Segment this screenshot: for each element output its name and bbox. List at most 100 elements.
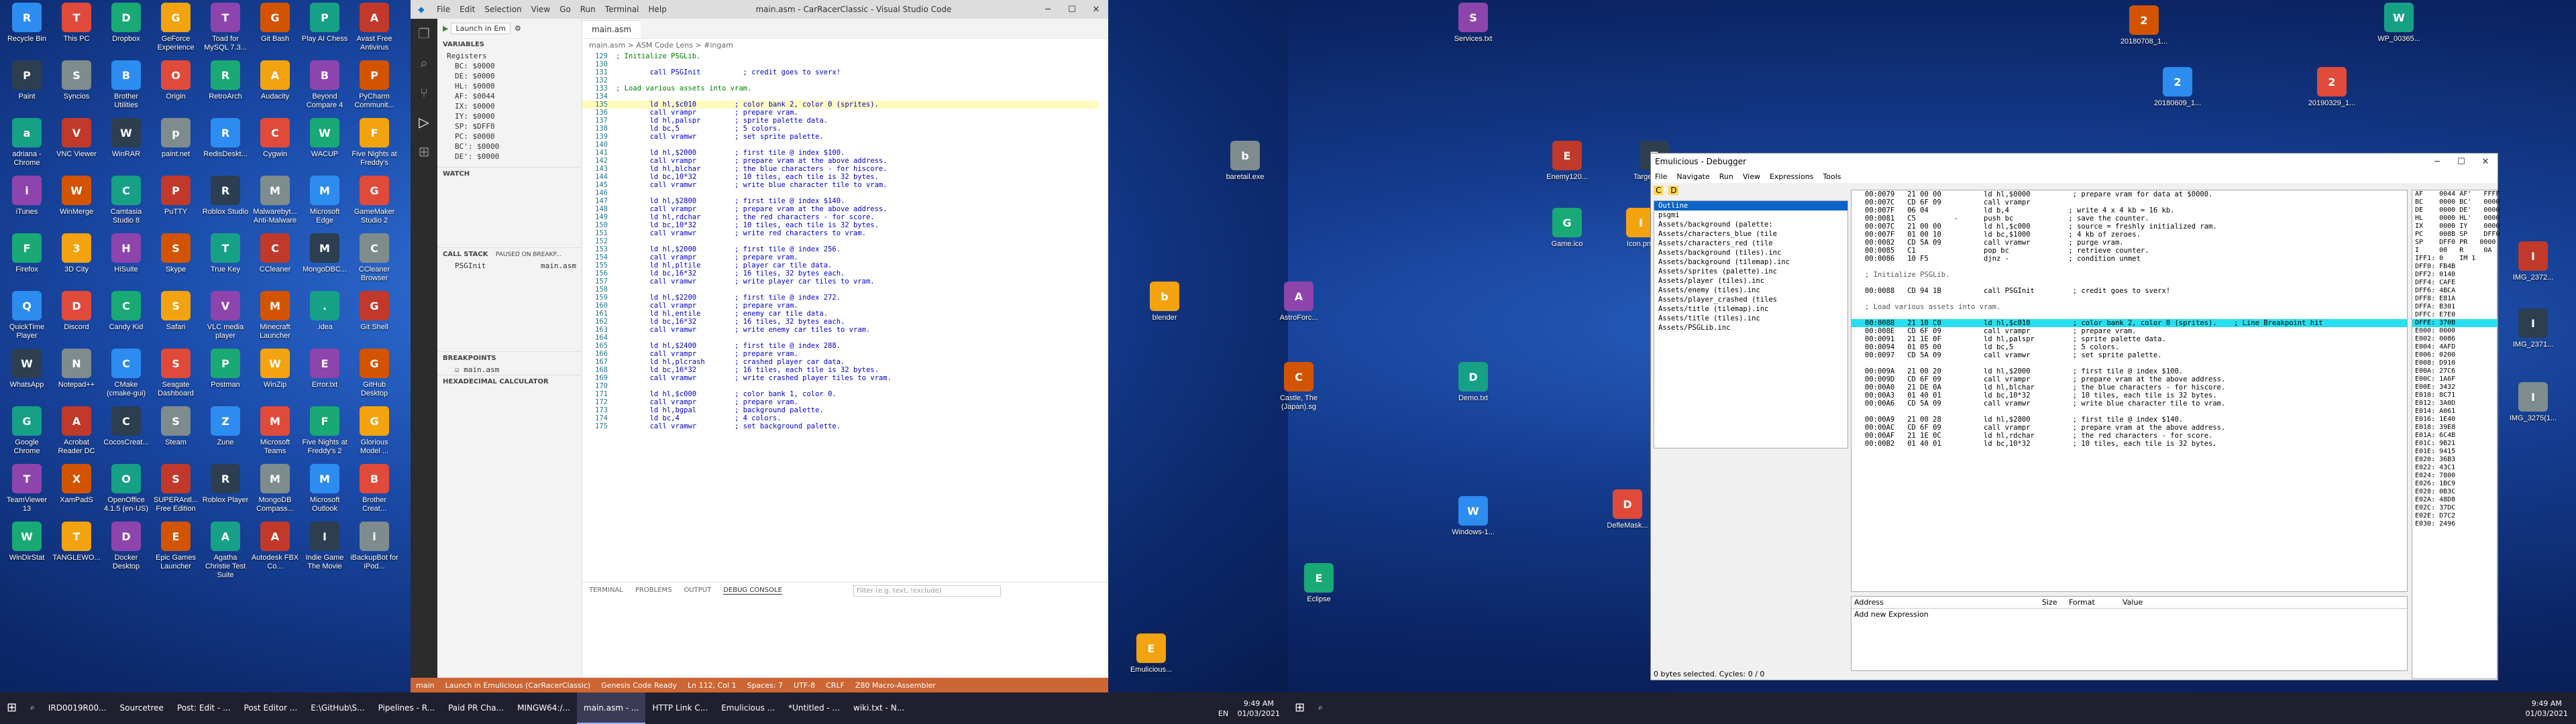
code-line[interactable]: 158 bbox=[582, 286, 1099, 294]
desktop-icon[interactable]: F Five Nights at Freddy's 2 bbox=[301, 406, 349, 456]
desktop-icon[interactable]: R Recycle Bin bbox=[3, 3, 51, 44]
register-row[interactable]: BC: $0000 bbox=[437, 61, 582, 71]
taskbar-item[interactable]: Post Editor ... bbox=[237, 692, 305, 724]
taskbar-item[interactable]: HTTP Link C... bbox=[645, 692, 714, 724]
code-line[interactable]: 134 bbox=[582, 93, 1099, 101]
emu-d-button[interactable]: D bbox=[1668, 186, 1679, 195]
desktop-icon[interactable]: C Candy Kid bbox=[102, 291, 150, 332]
disasm-line[interactable]: 00:00A3 01 40 01 ld bc,10*32 ; 10 tiles,… bbox=[1851, 391, 2407, 400]
debug-icon[interactable]: ▷ bbox=[411, 107, 437, 137]
desktop-icon[interactable]: W WinRAR bbox=[102, 118, 150, 159]
code-line[interactable]: 151 call vramwr ; write red characters t… bbox=[582, 229, 1099, 237]
code-line[interactable]: 159 ld hl,$2200 ; first tile @ index 272… bbox=[582, 294, 1099, 302]
desktop-icon[interactable]: b blender bbox=[1140, 282, 1189, 322]
code-line[interactable]: 150 ld bc,10*32 ; 10 tiles, each tile is… bbox=[582, 221, 1099, 229]
desktop-icon[interactable]: A Agatha Christie Test Suite bbox=[201, 522, 250, 580]
emu-c-button[interactable]: C bbox=[1654, 186, 1664, 195]
taskbar-item[interactable]: wiki.txt - N... bbox=[847, 692, 911, 724]
desktop-icon[interactable]: D Discord bbox=[52, 291, 101, 332]
desktop-icon[interactable]: R RetroArch bbox=[201, 60, 250, 101]
desktop-icon[interactable]: . .idea bbox=[301, 291, 349, 332]
desktop-icon[interactable]: D DefleMask... bbox=[1603, 489, 1652, 530]
desktop-icon[interactable]: W WinZip bbox=[251, 349, 299, 389]
registers-group[interactable]: Registers bbox=[437, 51, 582, 61]
code-line[interactable]: 132 bbox=[582, 76, 1099, 84]
code-line[interactable]: 133 ; Load various assets into vram. bbox=[582, 84, 1099, 93]
outline-header[interactable]: Outline bbox=[1654, 201, 1847, 210]
desktop-icon[interactable]: p paint.net bbox=[152, 118, 200, 159]
extensions-icon[interactable]: ⊞ bbox=[411, 137, 437, 166]
desktop-icon[interactable]: G GitHub Desktop bbox=[350, 349, 398, 398]
code-line[interactable]: 165 ld hl,$2400 ; first tile @ index 288… bbox=[582, 342, 1099, 350]
code-line[interactable]: 167 ld hl,plcrash ; crashed player car d… bbox=[582, 358, 1099, 366]
desktop-icon[interactable]: E Enemy120... bbox=[1543, 141, 1591, 182]
desktop-icon[interactable]: S SUPERAntl... Free Edition bbox=[152, 464, 200, 514]
desktop-icon[interactable]: G Git Bash bbox=[251, 3, 299, 44]
code-line[interactable]: 136 call vrampr ; prepare vram. bbox=[582, 109, 1099, 117]
status-item[interactable]: Ln 112, Col 1 bbox=[688, 681, 737, 690]
outline-item[interactable]: Assets/background (tiles).inc bbox=[1654, 248, 1847, 257]
desktop-icon[interactable]: A Acrobat Reader DC bbox=[52, 406, 101, 456]
disasm-line[interactable]: 00:007C CD 6F 09 call vrampr bbox=[1851, 198, 2407, 206]
code-line[interactable]: 163 call vramwr ; write enemy car tiles … bbox=[582, 326, 1099, 334]
desktop-icon[interactable]: T This PC bbox=[52, 3, 101, 44]
emu-menu-file[interactable]: File bbox=[1655, 172, 1667, 181]
register-row[interactable]: DE: $0000 bbox=[437, 71, 582, 81]
menu-item-run[interactable]: Run bbox=[580, 5, 596, 14]
disasm-line[interactable]: 00:0091 21 1E 0F ld hl,palspr ; sprite p… bbox=[1851, 335, 2407, 343]
add-expression-row[interactable]: Add new Expression bbox=[1851, 609, 2407, 620]
desktop-icon[interactable]: D Dropbox bbox=[102, 3, 150, 44]
outline-item[interactable]: Assets/characters_red (tile bbox=[1654, 239, 1847, 248]
desktop-icon[interactable]: B Brother Creat... bbox=[350, 464, 398, 514]
desktop-icon[interactable]: T TeamViewer 13 bbox=[3, 464, 51, 514]
taskbar-item[interactable]: MINGW64:/... bbox=[511, 692, 577, 724]
code-line[interactable]: 164 bbox=[582, 334, 1099, 342]
code-line[interactable]: 153 ld hl,$2000 ; first tile @ index 256… bbox=[582, 245, 1099, 253]
disasm-line[interactable] bbox=[1851, 311, 2407, 319]
desktop-icon[interactable]: C Cygwin bbox=[251, 118, 299, 159]
desktop-icon[interactable]: I IMG_3275(1... bbox=[2509, 382, 2557, 423]
disasm-line[interactable]: 00:00A0 21 DE 0A ld hl,blchar ; the blue… bbox=[1851, 383, 2407, 391]
register-row[interactable]: IX: $0000 bbox=[437, 101, 582, 111]
panel-tab-output[interactable]: OUTPUT bbox=[684, 587, 711, 595]
desktop-icon[interactable]: M Malwarebyt... Anti-Malware bbox=[251, 176, 299, 225]
desktop-icon[interactable]: W WhatsApp bbox=[3, 349, 51, 389]
desktop-icon[interactable]: S Safari bbox=[152, 291, 200, 332]
taskbar-item[interactable]: Emulicious ... bbox=[714, 692, 782, 724]
emu-menu-navigate[interactable]: Navigate bbox=[1676, 172, 1709, 181]
desktop-icon[interactable]: R Roblox Player bbox=[201, 464, 250, 505]
code-line[interactable]: 152 bbox=[582, 237, 1099, 245]
watch-col-value[interactable]: Value bbox=[2123, 598, 2324, 607]
code-line[interactable]: 144 ld bc,10*32 ; 10 tiles, each tile is… bbox=[582, 173, 1099, 181]
disasm-line[interactable] bbox=[1851, 263, 2407, 271]
emu-menu-expressions[interactable]: Expressions bbox=[1770, 172, 1813, 181]
explorer-icon[interactable]: ❐ bbox=[411, 19, 437, 48]
desktop-icon[interactable]: E Emulicious... bbox=[1127, 634, 1175, 674]
menu-item-selection[interactable]: Selection bbox=[484, 5, 521, 14]
debug-console-filter[interactable]: Filter (e.g. text, !exclude) bbox=[853, 585, 1001, 597]
outline-item[interactable]: Assets/player (tiles).inc bbox=[1654, 276, 1847, 286]
desktop-icon[interactable]: E Error.txt bbox=[301, 349, 349, 389]
desktop-icon[interactable]: A AstroForc... bbox=[1275, 282, 1323, 322]
start-button[interactable]: ⊞ bbox=[0, 692, 23, 724]
clock-left[interactable]: EN 9:49 AM 01/03/2021 bbox=[1218, 699, 1288, 719]
search-icon-right[interactable]: ⌕ bbox=[1311, 692, 1330, 724]
panel-tab-debug-console[interactable]: DEBUG CONSOLE bbox=[723, 587, 782, 595]
desktop-icon[interactable]: N Notepad++ bbox=[52, 349, 101, 389]
desktop-icon[interactable]: G Google Chrome bbox=[3, 406, 51, 456]
desktop-icon[interactable]: M Microsoft Teams bbox=[251, 406, 299, 456]
search-icon[interactable]: ⌕ bbox=[23, 692, 42, 724]
desktop-icon[interactable]: I Indie Game The Movie bbox=[301, 522, 349, 571]
menu-item-help[interactable]: Help bbox=[649, 5, 667, 14]
code-line[interactable]: 174 ld bc,4 ; 4 colors. bbox=[582, 414, 1099, 422]
code-line[interactable]: 143 ld hl,blchar ; the blue characters -… bbox=[582, 165, 1099, 173]
desktop-icon[interactable]: C CCleaner Browser bbox=[350, 233, 398, 283]
desktop-icon[interactable]: D Docker Desktop bbox=[102, 522, 150, 571]
disasm-line[interactable]: 00:009A 21 00 20 ld hl,$2000 ; first til… bbox=[1851, 367, 2407, 375]
taskbar-item[interactable]: E:\GitHub\S... bbox=[304, 692, 371, 724]
desktop-icon[interactable]: P Postman bbox=[201, 349, 250, 389]
hexcalc-header[interactable]: HEXADECIMAL CALCULATOR bbox=[437, 375, 582, 388]
outline-item[interactable]: Assets/PSGLib.inc bbox=[1654, 323, 1847, 333]
disasm-line[interactable]: 00:0085 C1 pop bc ; retrieve counter. bbox=[1851, 247, 2407, 255]
taskbar-item[interactable]: Pipelines - R... bbox=[372, 692, 442, 724]
